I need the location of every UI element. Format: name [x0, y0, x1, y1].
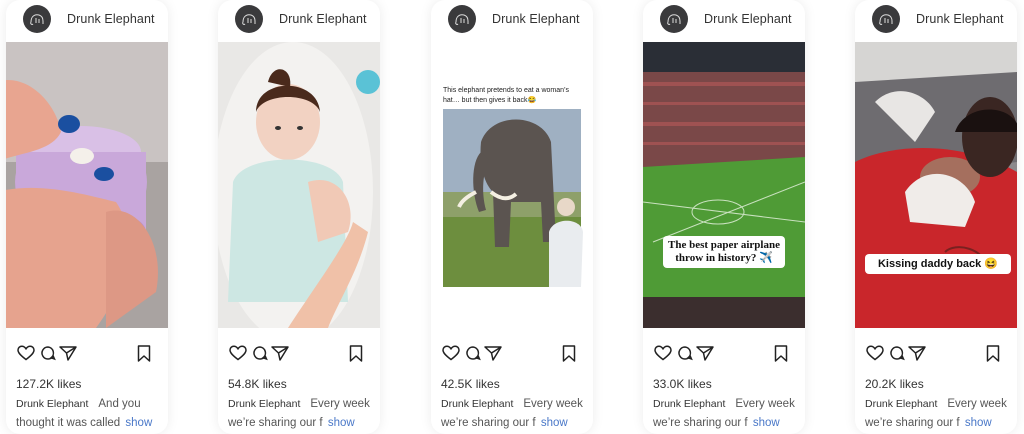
video-overlay-text: The best paper airplane throw in history…: [663, 236, 785, 268]
comment-bubble-icon[interactable]: [675, 343, 695, 363]
bookmark-icon[interactable]: [346, 343, 366, 363]
action-bar: [228, 343, 372, 365]
action-bar: [441, 343, 585, 365]
elephant-logo-icon[interactable]: [23, 5, 51, 33]
post-video[interactable]: This elephant pretends to eat a woman’s …: [431, 42, 593, 328]
post-caption: Drunk Elephant Every week we’re sharing o…: [865, 395, 1015, 434]
paper-plane-icon[interactable]: [695, 343, 715, 363]
show-more-link[interactable]: show: [125, 417, 152, 429]
post-card[interactable]: Drunk Elephant 127.2K likes Drunk Elepha…: [6, 0, 168, 434]
heart-icon[interactable]: [865, 343, 885, 363]
heart-icon[interactable]: [228, 343, 248, 363]
paper-plane-icon[interactable]: [58, 343, 78, 363]
action-bar: [16, 343, 160, 365]
post-video[interactable]: [6, 42, 168, 328]
action-bar: [865, 343, 1009, 365]
post-header: Drunk Elephant: [431, 4, 593, 34]
caption-username[interactable]: Drunk Elephant: [16, 398, 88, 410]
show-more-link[interactable]: show: [541, 417, 568, 429]
caption-username[interactable]: Drunk Elephant: [228, 398, 300, 410]
post-video[interactable]: The best paper airplane throw in history…: [643, 42, 805, 328]
heart-icon[interactable]: [653, 343, 673, 363]
post-header: Drunk Elephant: [6, 4, 168, 34]
post-header: Drunk Elephant: [643, 4, 805, 34]
comment-bubble-icon[interactable]: [463, 343, 483, 363]
post-card[interactable]: Drunk Elephant The best paper airplane t…: [643, 0, 805, 434]
like-count: 127.2K likes: [16, 377, 82, 391]
caption-username[interactable]: Drunk Elephant: [865, 398, 937, 410]
elephant-logo-icon[interactable]: [660, 5, 688, 33]
post-card[interactable]: Drunk Elephant Kissing daddy back 😆 20.2…: [855, 0, 1017, 434]
paper-plane-icon[interactable]: [270, 343, 290, 363]
like-count: 42.5K likes: [441, 377, 500, 391]
show-more-link[interactable]: show: [753, 417, 780, 429]
paper-plane-icon[interactable]: [483, 343, 503, 363]
post-caption: Drunk Elephant Every week we’re sharing o…: [653, 395, 803, 434]
bookmark-icon[interactable]: [983, 343, 1003, 363]
comment-bubble-icon[interactable]: [887, 343, 907, 363]
bookmark-icon[interactable]: [771, 343, 791, 363]
elephant-logo-icon[interactable]: [235, 5, 263, 33]
elephant-logo-icon[interactable]: [448, 5, 476, 33]
post-carousel: Drunk Elephant 127.2K likes Drunk Elepha…: [0, 0, 1024, 434]
like-count: 33.0K likes: [653, 377, 712, 391]
bookmark-icon[interactable]: [559, 343, 579, 363]
post-video[interactable]: Kissing daddy back 😆: [855, 42, 1017, 328]
heart-icon[interactable]: [16, 343, 36, 363]
account-name[interactable]: Drunk Elephant: [916, 12, 1004, 26]
post-caption: Drunk Elephant Every week we’re sharing o…: [441, 395, 591, 434]
comment-bubble-icon[interactable]: [38, 343, 58, 363]
elephant-logo-icon[interactable]: [872, 5, 900, 33]
caption-username[interactable]: Drunk Elephant: [653, 398, 725, 410]
action-bar: [653, 343, 797, 365]
heart-icon[interactable]: [441, 343, 461, 363]
post-video[interactable]: [218, 42, 380, 328]
account-name[interactable]: Drunk Elephant: [67, 12, 155, 26]
paper-plane-icon[interactable]: [907, 343, 927, 363]
account-name[interactable]: Drunk Elephant: [279, 12, 367, 26]
show-more-link[interactable]: show: [965, 417, 992, 429]
comment-bubble-icon[interactable]: [250, 343, 270, 363]
show-more-link[interactable]: show: [328, 417, 355, 429]
post-header: Drunk Elephant: [218, 4, 380, 34]
post-caption: Drunk Elephant And you thought it was cal…: [16, 395, 166, 434]
account-name[interactable]: Drunk Elephant: [704, 12, 792, 26]
post-header: Drunk Elephant: [855, 4, 1017, 34]
caption-username[interactable]: Drunk Elephant: [441, 398, 513, 410]
video-overlay-text: Kissing daddy back 😆: [865, 254, 1011, 274]
post-caption: Drunk Elephant Every week we’re sharing o…: [228, 395, 378, 434]
post-card[interactable]: Drunk Elephant 54.8K likes Drunk Elephan…: [218, 0, 380, 434]
like-count: 54.8K likes: [228, 377, 287, 391]
account-name[interactable]: Drunk Elephant: [492, 12, 580, 26]
post-card[interactable]: Drunk Elephant This elephant pretends to…: [431, 0, 593, 434]
bookmark-icon[interactable]: [134, 343, 154, 363]
like-count: 20.2K likes: [865, 377, 924, 391]
